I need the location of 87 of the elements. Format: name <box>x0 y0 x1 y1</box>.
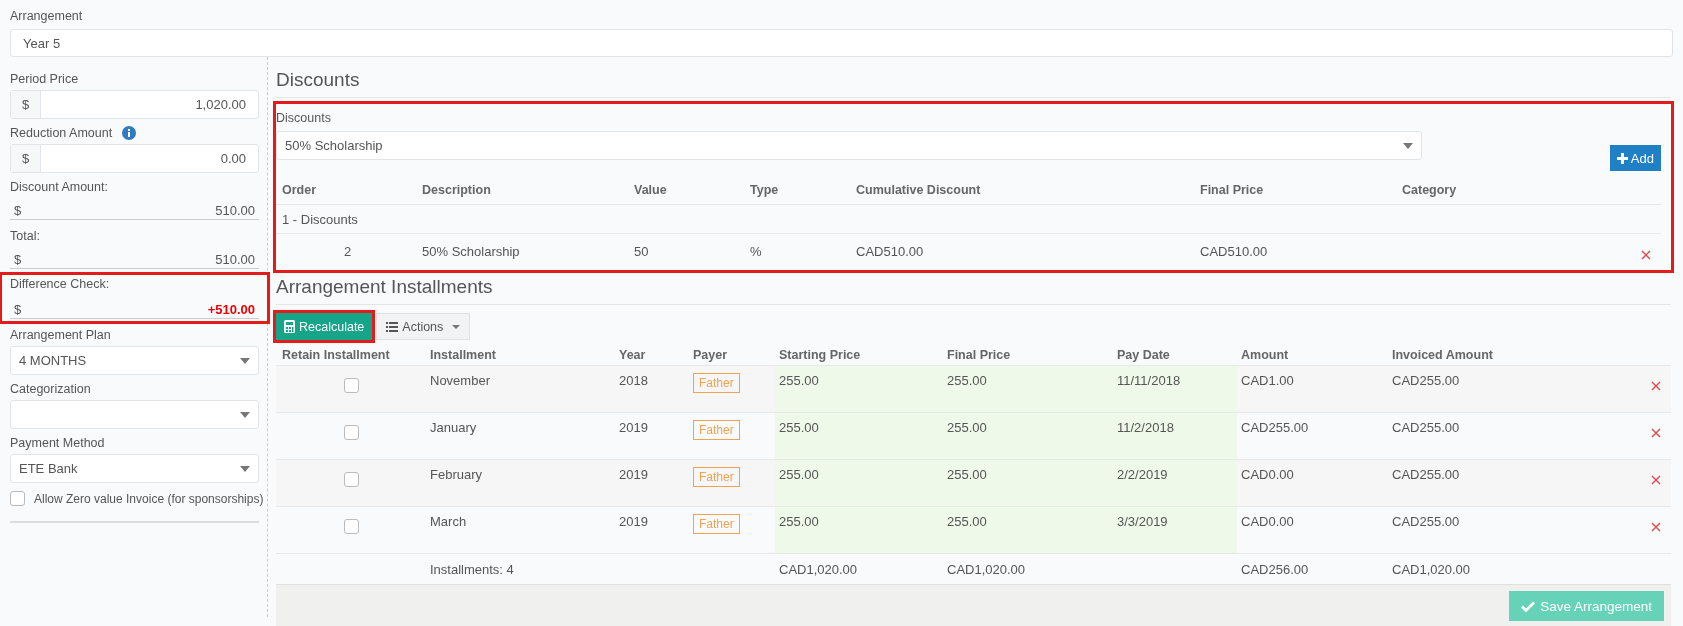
table-cell: 2/2/2019 <box>1113 460 1237 506</box>
table-cell-text: November <box>429 372 491 390</box>
column-header: Amount <box>1240 347 1290 362</box>
column-header: Invoiced Amount <box>1391 347 1494 362</box>
table-cell-text: 2019 <box>618 419 649 437</box>
payer-tag: Father <box>693 467 740 487</box>
column-header: Pay Date <box>1116 347 1171 362</box>
arrangement-field[interactable]: Year 5 <box>10 29 1673 57</box>
field-label: Difference Check: <box>10 277 111 291</box>
column-header: Final Price <box>946 347 1012 362</box>
add-button[interactable]: Add <box>1609 145 1661 171</box>
table-cell-text: CAD0.00 <box>1240 466 1295 484</box>
field-label: Period Price <box>10 72 79 86</box>
table-cell-text: March <box>429 513 468 531</box>
column-header: Retain Installment <box>281 347 391 362</box>
table-cell: 3/3/2019 <box>1113 507 1237 553</box>
payer-tag: Father <box>693 514 740 534</box>
column-header: Year <box>618 347 647 362</box>
table-cell-text: CAD255.00 <box>1240 419 1310 437</box>
payment-dropdown[interactable]: ETE Bank <box>10 454 259 483</box>
payer-tag: Father <box>693 373 740 393</box>
column-header: Order <box>282 182 318 197</box>
table-cell: 255.00 <box>775 413 943 459</box>
actions-button[interactable]: Actions <box>376 313 471 340</box>
table-cell-text: 2 <box>343 243 353 259</box>
checkbox-label: Allow Zero value Invoice (for sponsorships) <box>34 491 264 506</box>
table-cell: 255.00 <box>775 460 943 506</box>
table-cell-text: 50 <box>634 243 650 259</box>
table-cell-text: % <box>750 243 763 259</box>
field-label: Reduction Amount <box>10 126 113 140</box>
field-label: Payment Method <box>10 436 105 450</box>
currency-sign: $ <box>14 203 22 218</box>
field-label: Arrangement <box>10 9 83 23</box>
table-cell-text: 2019 <box>618 466 649 484</box>
section-title: Discounts <box>276 69 1671 98</box>
payer-tag: Father <box>693 420 740 440</box>
column-header: Description <box>422 182 492 197</box>
field-label: Categorization <box>10 382 91 396</box>
table-cell: 255.00 <box>943 366 1113 412</box>
table-cell-text: CAD0.00 <box>1240 513 1295 531</box>
table-cell-text: 2018 <box>618 372 649 390</box>
group-label: 1 - Discounts <box>282 211 358 227</box>
table-cell-text: CAD1,020.00 <box>778 561 859 577</box>
table-cell-text: Installments: 4 <box>429 561 515 577</box>
plan-dropdown[interactable]: 4 MONTHS <box>10 346 259 375</box>
table-cell-text: CAD1.00 <box>1240 372 1295 390</box>
table-cell: 255.00 <box>775 366 943 412</box>
column-header: Value <box>634 182 668 197</box>
difference-value: +510.00 <box>207 302 255 317</box>
table-cell-text: CAD510.00 <box>1200 243 1269 259</box>
table-cell: 255.00 <box>775 507 943 553</box>
discount-amount-value: 510.00 <box>215 203 255 218</box>
currency-sign: $ <box>14 302 22 317</box>
currency-sign: $ <box>14 252 22 267</box>
column-header: Category <box>1402 182 1458 197</box>
column-header: Final Price <box>1200 182 1265 197</box>
table-cell-text: February <box>429 466 484 484</box>
discount-dropdown[interactable]: 50% Scholarship <box>276 131 1422 160</box>
table-cell-text: CAD255.00 <box>1391 513 1461 531</box>
table-cell-text: CAD510.00 <box>856 243 925 259</box>
reduction-field[interactable]: $ 0.00 <box>10 144 259 173</box>
section-title: Arrangement Installments <box>276 276 1671 305</box>
total-value: 510.00 <box>215 252 255 267</box>
table-cell-text: CAD255.00 <box>1391 466 1461 484</box>
table-cell-text: CAD1,020.00 <box>1391 561 1472 577</box>
field-label: Arrangement Plan <box>10 328 111 342</box>
price-field[interactable]: $ 1,020.00 <box>10 90 259 119</box>
column-header: Starting Price <box>778 347 862 362</box>
table-cell: 255.00 <box>943 460 1113 506</box>
column-header: Type <box>750 182 780 197</box>
column-header: Payer <box>692 347 729 362</box>
field-label: Discount Amount: <box>10 180 108 194</box>
table-cell: 255.00 <box>943 507 1113 553</box>
table-cell-text: January <box>429 419 478 437</box>
table-cell-text: 2019 <box>618 513 649 531</box>
field-label: Discounts <box>276 111 331 125</box>
column-header: Cumulative Discount <box>856 182 982 197</box>
table-cell-text: CAD1,020.00 <box>946 561 1027 577</box>
table-cell: 11/2/2018 <box>1113 413 1237 459</box>
field-label: Total: <box>10 229 40 243</box>
column-header: Installment <box>429 347 497 362</box>
table-cell-text: CAD256.00 <box>1240 561 1310 577</box>
table-cell-text: CAD255.00 <box>1391 372 1461 390</box>
table-cell-text: CAD255.00 <box>1391 419 1461 437</box>
table-cell: 255.00 <box>943 413 1113 459</box>
table-cell: 11/11/2018 <box>1113 366 1237 412</box>
table-cell-text: 50% Scholarship <box>422 243 521 259</box>
